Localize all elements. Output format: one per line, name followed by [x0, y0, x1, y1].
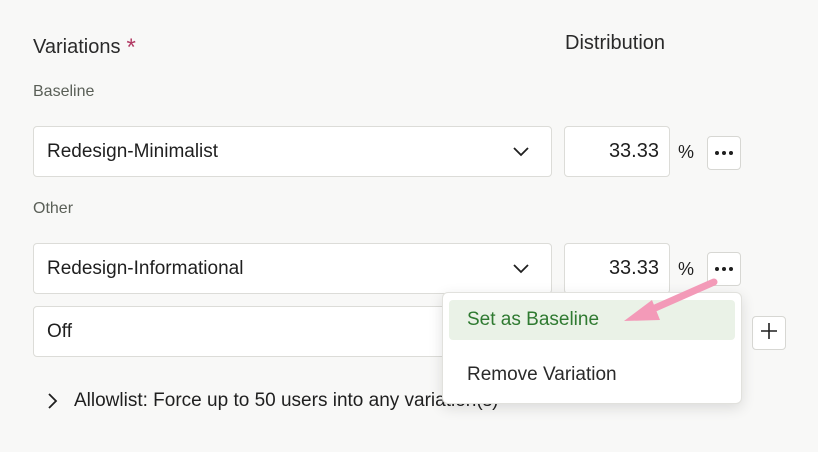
allowlist-label: Allowlist: Force up to 50 users into any…	[74, 390, 499, 411]
distribution-label: Distribution	[565, 32, 666, 54]
chevron-right-icon	[48, 393, 58, 409]
baseline-variation-value: Redesign-Minimalist	[47, 140, 219, 162]
required-marker: *	[126, 34, 136, 61]
annotation-arrow	[624, 278, 718, 321]
more-dot	[729, 151, 733, 155]
other-variation-value-2: Off	[47, 320, 72, 342]
variations-title: Variations	[33, 36, 121, 58]
other-variation-value-1: Redesign-Informational	[47, 257, 244, 279]
more-dot	[715, 267, 719, 271]
percent-sign: %	[678, 142, 695, 162]
other-section-label: Other	[33, 200, 74, 217]
more-dot	[715, 151, 719, 155]
more-dot	[729, 267, 733, 271]
plus-icon	[760, 322, 778, 345]
other-variation-select-1[interactable]: Redesign-Informational	[33, 243, 552, 294]
baseline-more-button[interactable]	[707, 136, 741, 170]
more-dot	[722, 267, 726, 271]
allowlist-toggle[interactable]: Allowlist: Force up to 50 users into any…	[48, 390, 499, 412]
baseline-distribution-value: 33.33	[608, 140, 659, 162]
chevron-down-icon	[513, 263, 529, 274]
baseline-variation-select[interactable]: Redesign-Minimalist	[33, 126, 552, 177]
more-dot	[722, 151, 726, 155]
menu-item-remove-variation[interactable]: Remove Variation	[449, 355, 735, 395]
other-variation-select-2[interactable]: Off	[33, 306, 463, 357]
variations-label: Variations *	[33, 32, 136, 61]
baseline-distribution-input[interactable]: 33.33	[564, 126, 670, 177]
baseline-section-label: Baseline	[33, 83, 95, 100]
add-variation-button[interactable]	[752, 316, 786, 350]
chevron-down-icon	[513, 146, 529, 157]
